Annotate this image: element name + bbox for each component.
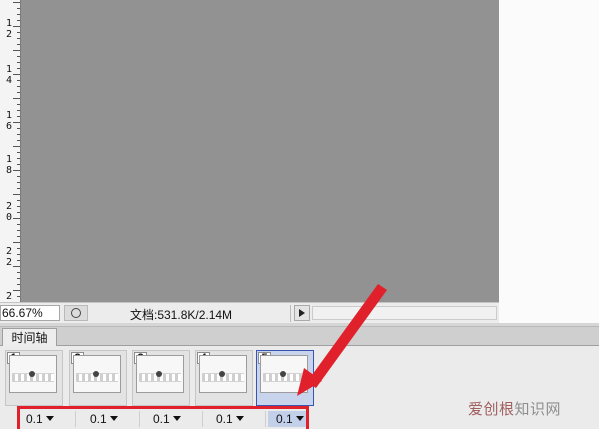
ruler-tick	[13, 170, 20, 171]
frame-delay-dropdown[interactable]: 0.1	[18, 411, 76, 427]
ruler-tick	[13, 2, 20, 3]
ruler-tick	[17, 116, 20, 117]
ruler-tick	[17, 254, 20, 255]
ruler-tick	[17, 32, 20, 33]
chevron-down-icon	[109, 416, 118, 421]
chevron-down-icon	[295, 416, 304, 421]
ruler-tick	[13, 50, 20, 51]
ruler-tick	[17, 152, 20, 153]
frame-thumbnail	[199, 355, 247, 393]
frame-thumbnail	[260, 355, 308, 393]
ruler-tick	[17, 110, 20, 111]
ruler-tick	[13, 218, 20, 219]
ruler-tick	[17, 176, 20, 177]
ruler-tick	[17, 62, 20, 63]
ruler-tick	[17, 278, 20, 279]
ruler-label: 14	[5, 64, 13, 86]
frame-thumbnail	[73, 355, 121, 393]
status-divider	[290, 305, 291, 322]
chevron-down-icon	[45, 416, 54, 421]
ruler-tick	[13, 26, 20, 27]
ruler-tick	[17, 140, 20, 141]
ruler-tick	[17, 38, 20, 39]
ruler-tick	[17, 272, 20, 273]
document-size-info: 文档:531.8K/2.14M	[130, 308, 233, 322]
chevron-down-icon	[172, 416, 181, 421]
horizontal-scrollbar[interactable]	[312, 306, 497, 320]
chevron-down-icon	[235, 416, 244, 421]
ruler-tick	[17, 134, 20, 135]
tab-timeline[interactable]: 时间轴	[2, 328, 57, 347]
ruler-tick	[13, 98, 20, 99]
ruler-tick	[17, 284, 20, 285]
ruler-label: 2	[5, 291, 13, 302]
ruler-tick	[17, 260, 20, 261]
ruler-tick	[17, 80, 20, 81]
ruler-tick	[17, 164, 20, 165]
ruler-tick	[17, 14, 20, 15]
ruler-tick	[13, 266, 20, 267]
ruler-tick	[17, 20, 20, 21]
ruler-tick	[13, 290, 20, 291]
frame-delay-dropdown[interactable]: 0.1	[268, 411, 308, 427]
ruler-label: 16	[5, 110, 13, 132]
ruler-tick	[17, 128, 20, 129]
panel-background	[499, 0, 599, 326]
ruler-tick	[17, 8, 20, 9]
ruler-tick	[17, 68, 20, 69]
vertical-ruler: 12 14 16 18 20 22 2	[0, 0, 21, 302]
ruler-tick	[17, 158, 20, 159]
frame-thumbnail	[136, 355, 184, 393]
ruler-tick	[17, 206, 20, 207]
ruler-tick	[13, 194, 20, 195]
ruler-tick	[17, 236, 20, 237]
frame-4[interactable]: 4	[195, 350, 253, 406]
document-canvas[interactable]	[21, 0, 499, 302]
ruler-tick	[17, 104, 20, 105]
zoom-level-field[interactable]: 66.67%	[0, 305, 60, 321]
frame-delay-dropdown[interactable]: 0.1	[145, 411, 203, 427]
frame-1[interactable]: 1	[5, 350, 63, 406]
ruler-tick	[13, 242, 20, 243]
frame-5[interactable]: 5	[256, 350, 314, 406]
ruler-tick	[17, 44, 20, 45]
status-menu-arrow-icon[interactable]	[294, 305, 310, 321]
ruler-tick	[17, 200, 20, 201]
ruler-tick	[17, 224, 20, 225]
ruler-tick	[17, 230, 20, 231]
ruler-tick	[13, 122, 20, 123]
frame-3[interactable]: 3	[132, 350, 190, 406]
ruler-tick	[17, 86, 20, 87]
ruler-tick	[17, 248, 20, 249]
clock-icon[interactable]	[64, 305, 88, 321]
frame-2[interactable]: 2	[69, 350, 127, 406]
ruler-label: 12	[5, 18, 13, 40]
ruler-tick	[17, 56, 20, 57]
ruler-tick	[17, 182, 20, 183]
frame-delay-dropdown[interactable]: 0.1	[208, 411, 266, 427]
ruler-tick	[17, 188, 20, 189]
ruler-tick	[17, 92, 20, 93]
frame-delay-dropdown[interactable]: 0.1	[82, 411, 140, 427]
ruler-label: 18	[5, 154, 13, 176]
watermark: 爱创根知识网	[468, 400, 562, 418]
ruler-tick	[17, 296, 20, 297]
frame-thumbnail	[9, 355, 57, 393]
panel-tab-bar: 时间轴	[0, 326, 599, 347]
ruler-tick	[13, 146, 20, 147]
status-bar: 66.67% 文档:531.8K/2.14M	[0, 302, 499, 324]
ruler-label: 22	[5, 246, 13, 268]
ruler-label: 20	[5, 201, 13, 223]
ruler-tick	[13, 74, 20, 75]
ruler-tick	[17, 212, 20, 213]
